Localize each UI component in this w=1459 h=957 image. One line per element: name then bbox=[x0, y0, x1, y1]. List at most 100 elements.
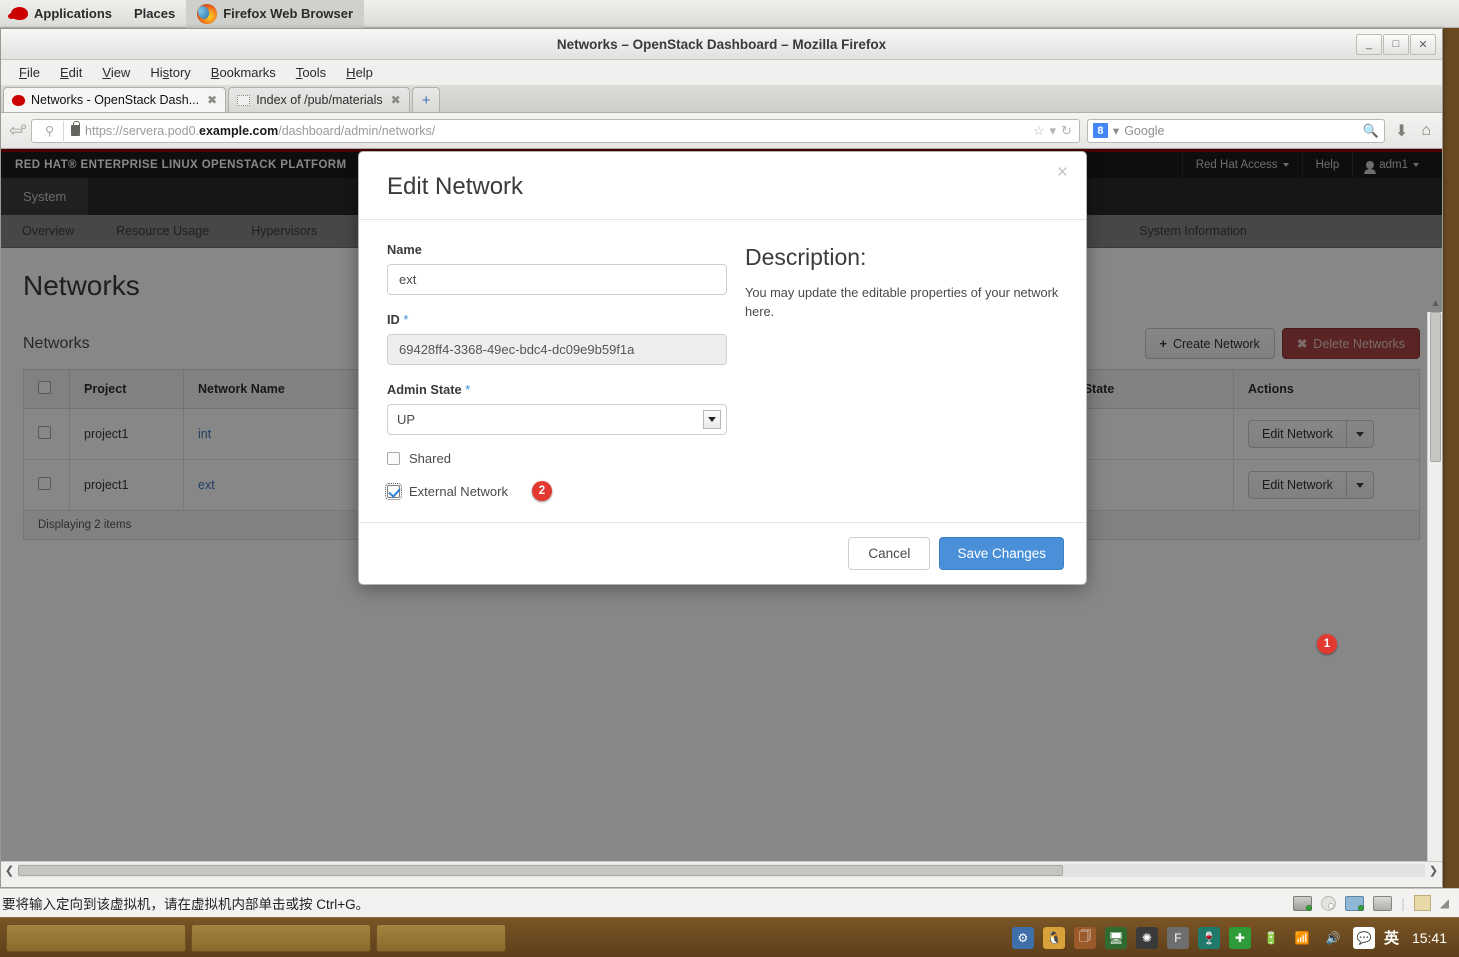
cancel-button[interactable]: Cancel bbox=[848, 537, 930, 570]
external-network-checkbox[interactable] bbox=[387, 485, 400, 498]
network-icon[interactable] bbox=[1345, 896, 1364, 911]
menu-bookmarks[interactable]: Bookmarks bbox=[201, 63, 286, 82]
shared-checkbox[interactable] bbox=[387, 452, 400, 465]
applications-menu[interactable]: Applications bbox=[0, 0, 123, 28]
horizontal-scroll-thumb[interactable] bbox=[18, 865, 1063, 876]
tab-label: Networks - OpenStack Dash... bbox=[31, 93, 199, 107]
taskbar-window-button[interactable] bbox=[376, 924, 506, 952]
shared-checkbox-row[interactable]: Shared bbox=[387, 451, 727, 466]
desktop-taskbar: ⚙ 🐧 🗍 🖥 ✺ F 🍷 ✚ 🔋 📶 🔊 💬 英 15:41 bbox=[0, 917, 1459, 957]
tab-index-of-pub-materials[interactable]: Index of /pub/materials ✖ bbox=[228, 87, 410, 112]
window-titlebar: Networks – OpenStack Dashboard – Mozilla… bbox=[1, 29, 1442, 60]
chevron-down-icon[interactable] bbox=[703, 410, 721, 429]
scroll-left-arrow-icon[interactable]: ❮ bbox=[1, 864, 18, 877]
window-button-firefox[interactable]: Firefox Web Browser bbox=[186, 0, 364, 28]
horizontal-scroll-track[interactable] bbox=[18, 864, 1425, 877]
url-text: https://servera.pod0.example.com/dashboa… bbox=[85, 124, 435, 138]
menu-help[interactable]: Help bbox=[336, 63, 383, 82]
menu-history[interactable]: History bbox=[140, 63, 200, 82]
navigation-toolbar: ⇦° ⚲ https://servera.pod0.example.com/da… bbox=[1, 113, 1442, 149]
external-network-label: External Network bbox=[409, 484, 508, 499]
google-engine-icon: 8 bbox=[1093, 123, 1108, 138]
external-network-checkbox-row[interactable]: External Network 2 bbox=[387, 481, 727, 501]
search-bar[interactable]: 8 ▾ Google 🔍 bbox=[1087, 119, 1385, 143]
admin-state-label: Admin State * bbox=[387, 382, 727, 397]
vm-status-text: 要将输入定向到该虚拟机，请在虚拟机内部单击或按 Ctrl+G。 bbox=[2, 893, 369, 913]
reload-icon[interactable]: ↻ bbox=[1061, 123, 1072, 139]
id-input[interactable] bbox=[387, 334, 727, 365]
close-icon[interactable]: × bbox=[1057, 162, 1068, 184]
menu-tools[interactable]: Tools bbox=[286, 63, 336, 82]
chevron-down-icon[interactable]: ▾ bbox=[1049, 123, 1056, 139]
wifi-icon[interactable]: 📶 bbox=[1291, 927, 1313, 949]
maximize-button[interactable]: □ bbox=[1383, 34, 1409, 55]
taskbar-clock[interactable]: 15:41 bbox=[1408, 930, 1447, 946]
id-label: ID * bbox=[387, 312, 727, 327]
taskbar-window-button[interactable] bbox=[6, 924, 186, 952]
volume-icon[interactable]: 🔊 bbox=[1322, 927, 1344, 949]
url-domain: example.com bbox=[199, 124, 278, 138]
scroll-up-arrow-icon[interactable]: ▲ bbox=[1428, 298, 1442, 309]
menu-file[interactable]: File bbox=[9, 63, 50, 82]
minimize-button[interactable]: _ bbox=[1356, 34, 1382, 55]
tab-close-icon[interactable]: ✖ bbox=[207, 93, 217, 107]
disk-icon[interactable] bbox=[1293, 896, 1312, 911]
window-controls: _ □ ✕ bbox=[1355, 34, 1442, 55]
display-icon[interactable]: 🖥 bbox=[1105, 927, 1127, 949]
message-icon[interactable]: 💬 bbox=[1353, 927, 1375, 949]
camera-icon[interactable] bbox=[1373, 896, 1392, 911]
shared-label: Shared bbox=[409, 451, 451, 466]
places-menu[interactable]: Places bbox=[123, 0, 186, 28]
site-identity-icon[interactable]: ⚲ bbox=[36, 121, 64, 141]
back-forward-button[interactable]: ⇦° bbox=[9, 121, 24, 141]
description-heading: Description: bbox=[745, 244, 1065, 271]
edit-network-modal: Edit Network × Name ID * Admin State * U… bbox=[358, 151, 1087, 585]
firefox-window: Networks – OpenStack Dashboard – Mozilla… bbox=[0, 28, 1443, 888]
resize-grip-icon[interactable]: ◢ bbox=[1440, 896, 1449, 910]
taskbar-window-list bbox=[0, 924, 506, 952]
chevron-down-icon[interactable]: ▾ bbox=[1113, 123, 1119, 138]
admin-state-select[interactable]: UP bbox=[387, 404, 727, 435]
battery-icon[interactable]: 🔋 bbox=[1260, 927, 1282, 949]
urlbar-actions: ☆ ▾ ↻ bbox=[1033, 123, 1075, 139]
window-button-label: Firefox Web Browser bbox=[223, 6, 353, 21]
downloads-icon[interactable]: ⬇ bbox=[1392, 121, 1411, 141]
modal-description-column: Description: You may update the editable… bbox=[727, 242, 1065, 516]
menu-view[interactable]: View bbox=[92, 63, 140, 82]
search-icon[interactable]: 🔍 bbox=[1363, 123, 1379, 139]
page-vertical-scrollbar[interactable]: ▲ ▼ bbox=[1427, 312, 1442, 861]
name-input[interactable] bbox=[387, 264, 727, 295]
spiral-icon[interactable]: ✺ bbox=[1136, 927, 1158, 949]
input-method-indicator[interactable]: 英 bbox=[1384, 927, 1399, 948]
system-tray: ⚙ 🐧 🗍 🖥 ✺ F 🍷 ✚ 🔋 📶 🔊 💬 英 15:41 bbox=[1012, 927, 1459, 949]
new-tab-button[interactable]: + bbox=[412, 87, 441, 112]
close-button[interactable]: ✕ bbox=[1410, 34, 1436, 55]
vertical-scroll-thumb[interactable] bbox=[1430, 312, 1441, 462]
window-title: Networks – OpenStack Dashboard – Mozilla… bbox=[1, 37, 1442, 52]
wine-icon[interactable]: 🍷 bbox=[1198, 927, 1220, 949]
places-menu-label: Places bbox=[134, 6, 175, 21]
modal-footer: Cancel Save Changes bbox=[359, 522, 1086, 584]
home-icon[interactable]: ⌂ bbox=[1418, 122, 1434, 140]
tab-networks-dashboard[interactable]: Networks - OpenStack Dash... ✖ bbox=[3, 87, 226, 112]
penguin-icon[interactable]: 🐧 bbox=[1043, 927, 1065, 949]
plus-circle-icon[interactable]: ✚ bbox=[1229, 927, 1251, 949]
redhat-icon bbox=[11, 7, 28, 20]
menu-bar: File Edit View History Bookmarks Tools H… bbox=[1, 60, 1442, 85]
tab-strip: Networks - OpenStack Dash... ✖ Index of … bbox=[1, 85, 1442, 113]
tab-close-icon[interactable]: ✖ bbox=[391, 93, 401, 107]
step-badge-1: 1 bbox=[1317, 634, 1337, 654]
taskbar-window-button[interactable] bbox=[191, 924, 371, 952]
archive-icon[interactable]: F bbox=[1167, 927, 1189, 949]
scroll-right-arrow-icon[interactable]: ❯ bbox=[1425, 864, 1442, 877]
cdrom-icon[interactable] bbox=[1321, 896, 1336, 911]
menu-edit[interactable]: Edit bbox=[50, 63, 92, 82]
url-bar[interactable]: ⚲ https://servera.pod0.example.com/dashb… bbox=[31, 119, 1080, 143]
note-icon[interactable] bbox=[1414, 895, 1431, 911]
page-horizontal-scrollbar[interactable]: ❮ ❯ bbox=[1, 861, 1442, 878]
copy-icon[interactable]: 🗍 bbox=[1074, 927, 1096, 949]
modal-title: Edit Network bbox=[387, 173, 1058, 201]
save-changes-button[interactable]: Save Changes bbox=[939, 537, 1064, 570]
bookmark-star-icon[interactable]: ☆ bbox=[1033, 123, 1045, 139]
settings-icon[interactable]: ⚙ bbox=[1012, 927, 1034, 949]
